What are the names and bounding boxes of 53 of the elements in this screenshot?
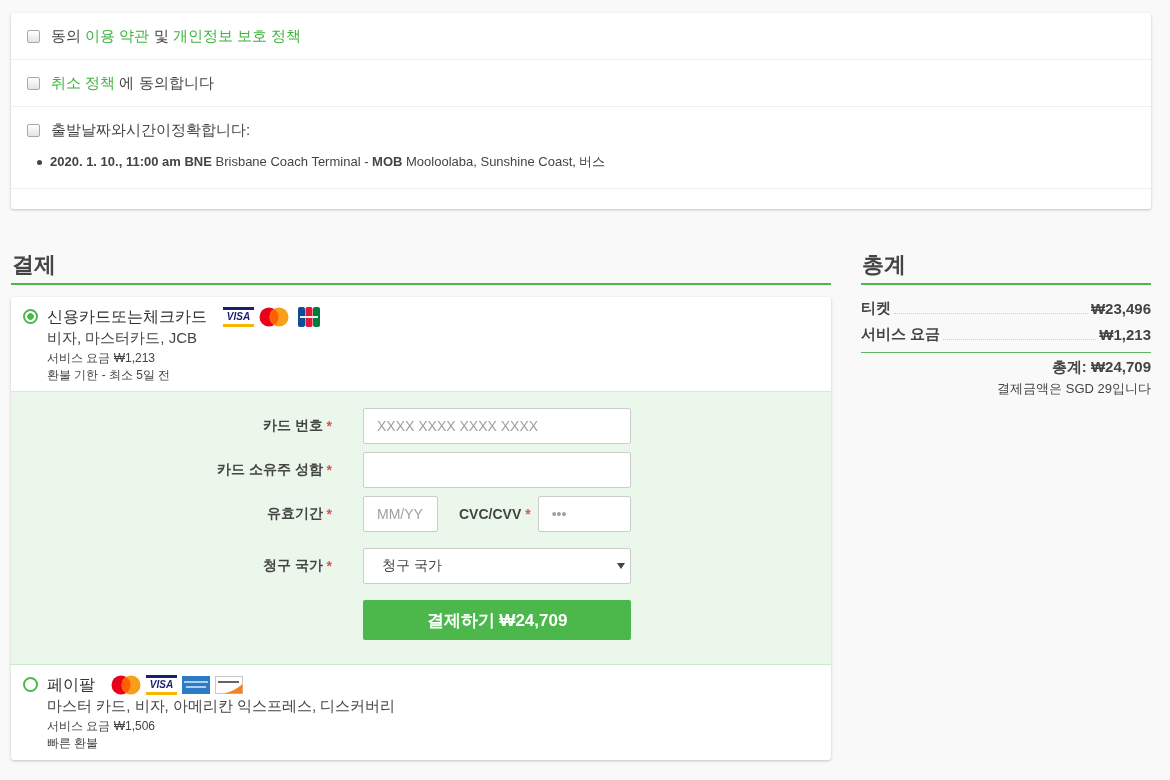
required-mark: * [525, 506, 531, 522]
card-logo-icon [215, 676, 243, 694]
method-description: 마스터 카드, 비자, 아메리칸 익스프레스, 디스커버리 [47, 696, 396, 716]
service-fee: 서비스 요금 ₩1,213 [47, 350, 156, 367]
two-circles-icon [259, 307, 289, 327]
card-logo-icon [182, 676, 210, 694]
radio-button[interactable] [23, 309, 38, 324]
checkbox[interactable] [27, 123, 40, 137]
agreement-text: 취소 정책 에 동의합니다 [51, 73, 214, 93]
bullet-icon [37, 159, 42, 165]
input-field[interactable] [363, 452, 631, 488]
field-label: CVC/CVV [459, 506, 522, 522]
required-mark: * [326, 558, 332, 574]
field-label: 카드 번호 [262, 417, 323, 435]
two-circles-icon [111, 675, 141, 695]
field-label: 카드 소유주 성함 [216, 461, 323, 479]
total-amount: 총계: ₩24,709 [1051, 357, 1151, 377]
method-description: 비자, 마스터카드, JCB [47, 328, 197, 348]
policy-link[interactable]: 이용 약관 [85, 26, 150, 44]
field-label: 청구 국가 [262, 557, 323, 575]
radio-button[interactable] [23, 677, 38, 692]
input-field[interactable]: ••• [537, 496, 631, 532]
pay-button[interactable]: 결제하기 ₩24,709 [363, 600, 631, 640]
section-heading: 결제 [11, 250, 831, 285]
caret-icon [617, 563, 625, 569]
input-field[interactable]: MM/YY [363, 496, 438, 532]
agreement-text: 출발날짜와시간이정확합니다: [51, 120, 251, 140]
three-stripes-icon [298, 307, 320, 327]
required-mark: * [326, 462, 332, 478]
policy-link[interactable]: 취소 정책 [51, 73, 116, 91]
input-field[interactable]: XXXX XXXX XXXX XXXX [363, 408, 631, 444]
refund-note: 빠른 환불 [47, 735, 99, 752]
trip-details: 2020. 1. 10., 11:00 am BNE Brisbane Coach Terminal - MOB Mooloolaba, Sunshine Coast, 버스 [50, 153, 606, 171]
service-fee: 서비스 요금 ₩1,506 [47, 718, 156, 735]
field-label: 유효기간 [266, 505, 323, 523]
required-mark: * [326, 418, 332, 434]
summary-label: 티켓 [861, 298, 891, 318]
agreement-text: 동의 이용 약관 및 개인정보 보호 정책 [51, 26, 302, 46]
method-title: 신용카드또는체크카드 [47, 306, 207, 327]
summary-amount: ₩23,496 [1090, 299, 1151, 317]
summary-amount: ₩1,213 [1099, 325, 1151, 343]
method-title: 페이팔 [47, 674, 95, 695]
policy-link[interactable]: 개인정보 보호 정책 [172, 26, 302, 44]
dropdown-field[interactable]: 청구 국가 [363, 548, 631, 584]
refund-note: 환불 기한 - 최소 5일 전 [47, 367, 171, 384]
checkbox[interactable] [27, 76, 40, 90]
required-mark: * [326, 506, 332, 522]
currency-note: 결제금액은 SGD 29입니다 [997, 380, 1151, 398]
checkbox[interactable] [27, 29, 40, 43]
summary-label: 서비스 요금 [861, 324, 941, 344]
visa-logo: VISA [223, 307, 254, 327]
visa-logo: VISA [146, 675, 177, 695]
section-heading: 총계 [861, 250, 1151, 285]
